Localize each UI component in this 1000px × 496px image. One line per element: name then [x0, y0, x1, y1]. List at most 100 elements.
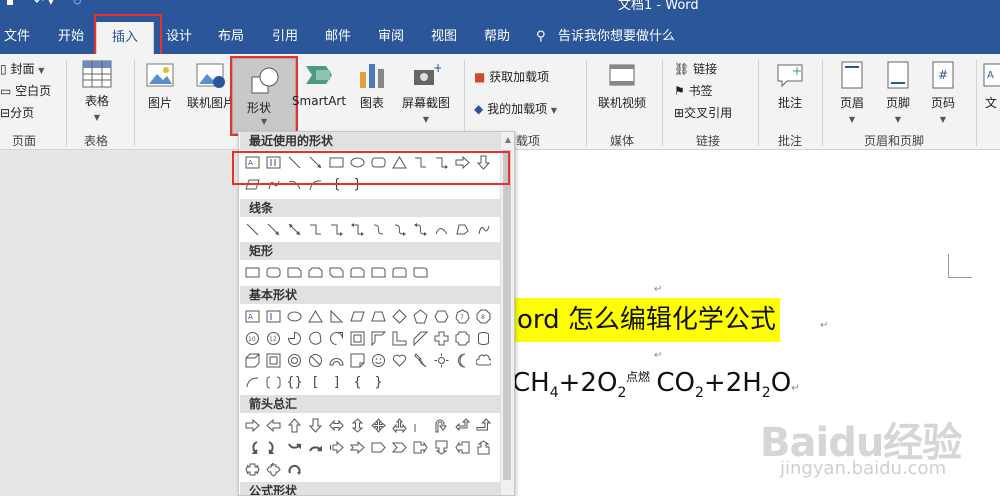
elbow-connector-shape-icon[interactable]: [306, 220, 325, 239]
page-break-button[interactable]: ⊟分页: [0, 104, 34, 121]
right-bracket-shape-icon[interactable]: ]: [327, 373, 346, 392]
elbow-double-arrow-connector-shape-icon[interactable]: [348, 220, 367, 239]
sun-icon[interactable]: [432, 351, 451, 370]
header-button[interactable]: 页眉 ▼: [832, 60, 872, 125]
u-turn-arrow-shape-icon[interactable]: [432, 416, 451, 435]
round-same-side-rectangle-shape-icon[interactable]: [390, 263, 409, 282]
double-arrow-line-shape-icon[interactable]: [285, 220, 304, 239]
bookmark-button[interactable]: ⚑ 书签: [674, 82, 713, 99]
triangle-shape-icon[interactable]: [306, 307, 325, 326]
text-box-shape-icon[interactable]: A: [243, 307, 262, 326]
footer-button[interactable]: 页脚 ▼: [878, 60, 918, 125]
left-right-up-arrow-shape-icon[interactable]: [390, 416, 409, 435]
vertical-text-box-shape-icon[interactable]: [264, 307, 283, 326]
crossref-button[interactable]: ⊞交叉引用: [674, 104, 732, 121]
elbow-arrow-connector-shape-icon[interactable]: [327, 220, 346, 239]
quad-arrow-callout-shape-icon[interactable]: [264, 460, 283, 479]
dodecagon-shape-icon[interactable]: 12: [264, 329, 283, 348]
down-arrow-shape-icon[interactable]: [306, 416, 325, 435]
heptagon-shape-icon[interactable]: 7: [453, 307, 472, 326]
chevron-shape-icon[interactable]: [390, 438, 409, 457]
double-bracket-shape-icon[interactable]: [264, 373, 283, 392]
hexagon-shape-icon[interactable]: [432, 307, 451, 326]
tell-me-search[interactable]: 告诉我你想要做什么: [558, 24, 675, 50]
arc-shape-icon[interactable]: [243, 373, 262, 392]
tab-file[interactable]: 文件: [4, 24, 30, 50]
bent-arrow-shape-icon[interactable]: [411, 416, 430, 435]
trapezoid-shape-icon[interactable]: [369, 307, 388, 326]
redo-icon[interactable]: ↻: [72, 0, 82, 8]
left-bracket-shape-icon[interactable]: [: [306, 373, 325, 392]
up-down-arrow-shape-icon[interactable]: [348, 416, 367, 435]
picture-button[interactable]: 图片: [140, 60, 180, 111]
snip-diagonal-rectangle-shape-icon[interactable]: [327, 263, 346, 282]
curved-left-arrow-shape-icon[interactable]: [264, 438, 283, 457]
parallelogram-shape-icon[interactable]: [348, 307, 367, 326]
chemical-equation[interactable]: CH4+2O2 CO2+2H2O↵: [512, 368, 800, 401]
pentagon-arrow-shape-icon[interactable]: [369, 438, 388, 457]
left-right-arrow-callout-shape-icon[interactable]: [243, 460, 262, 479]
right-arrow-callout-shape-icon[interactable]: [411, 438, 430, 457]
up-arrow-shape-icon[interactable]: [285, 416, 304, 435]
frame-shape-icon[interactable]: [348, 329, 367, 348]
link-button[interactable]: ⛓ 链接: [674, 60, 717, 77]
left-arrow-callout-shape-icon[interactable]: [453, 438, 472, 457]
donut-shape-icon[interactable]: [285, 351, 304, 370]
cloud-icon[interactable]: [474, 351, 493, 370]
octagon-shape-icon[interactable]: 8: [474, 307, 493, 326]
left-brace-shape-icon[interactable]: {: [348, 373, 367, 392]
snip-corner-rectangle-shape-icon[interactable]: [285, 263, 304, 282]
left-arrow-shape-icon[interactable]: [264, 416, 283, 435]
tab-home[interactable]: 开始: [58, 24, 84, 50]
table-button[interactable]: 表格 ▼: [76, 60, 118, 123]
line-shape-icon[interactable]: [243, 220, 262, 239]
curved-up-arrow-shape-icon[interactable]: [285, 438, 304, 457]
round-diagonal-rectangle-shape-icon[interactable]: [411, 263, 430, 282]
plus-shape-icon[interactable]: [432, 329, 451, 348]
page-number-button[interactable]: # 页码 ▼: [922, 60, 964, 125]
cube-shape-icon[interactable]: [243, 351, 262, 370]
l-shape-icon[interactable]: [390, 329, 409, 348]
smartart-button[interactable]: SmartArt: [290, 60, 348, 108]
pie-shape-icon[interactable]: [285, 329, 304, 348]
notched-right-arrow-shape-icon[interactable]: [348, 438, 367, 457]
bevel-shape-icon[interactable]: [264, 351, 283, 370]
oval-shape-icon[interactable]: [285, 307, 304, 326]
curve-shape-icon[interactable]: [432, 220, 451, 239]
save-icon[interactable]: ▪: [6, 0, 14, 8]
decagon-shape-icon[interactable]: 10: [243, 329, 262, 348]
freeform-shape-icon[interactable]: [453, 220, 472, 239]
tab-view[interactable]: 视图: [431, 24, 457, 50]
tab-help[interactable]: 帮助: [484, 24, 510, 50]
tab-mailings[interactable]: 邮件: [325, 24, 351, 50]
curved-arrow-connector-shape-icon[interactable]: [390, 220, 409, 239]
smiley-face-icon[interactable]: [369, 351, 388, 370]
right-triangle-shape-icon[interactable]: [327, 307, 346, 326]
chart-button[interactable]: 图表: [354, 60, 390, 111]
get-addins-button[interactable]: ■ 获取加载项: [474, 68, 549, 85]
tab-design[interactable]: 设计: [166, 24, 192, 50]
right-brace-shape-icon[interactable]: }: [369, 373, 388, 392]
striped-right-arrow-shape-icon[interactable]: [327, 438, 346, 457]
snip-same-side-rectangle-shape-icon[interactable]: [306, 263, 325, 282]
plaque-shape-icon[interactable]: [453, 329, 472, 348]
bent-up-arrow-shape-icon[interactable]: [474, 416, 493, 435]
dropdown-scrollbar[interactable]: ▲: [500, 132, 514, 495]
curved-connector-shape-icon[interactable]: [369, 220, 388, 239]
half-frame-shape-icon[interactable]: [369, 329, 388, 348]
tab-review[interactable]: 审阅: [378, 24, 404, 50]
curved-down-arrow-shape-icon[interactable]: [306, 438, 325, 457]
heart-icon[interactable]: [390, 351, 409, 370]
up-arrow-callout-shape-icon[interactable]: [474, 438, 493, 457]
rectangle-shape-icon[interactable]: [243, 263, 262, 282]
round-corner-rectangle-shape-icon[interactable]: [369, 263, 388, 282]
pentagon-shape-icon[interactable]: [411, 307, 430, 326]
can-shape-icon[interactable]: [474, 329, 493, 348]
scribble-shape-icon[interactable]: [474, 220, 493, 239]
right-arrow-shape-icon[interactable]: [243, 416, 262, 435]
circular-arrow-shape-icon[interactable]: [285, 460, 304, 479]
lightning-bolt-icon[interactable]: [411, 351, 430, 370]
online-video-button[interactable]: 联机视频: [594, 60, 650, 111]
cover-page-button[interactable]: ▯ 封面 ▼: [0, 60, 44, 77]
curved-right-arrow-shape-icon[interactable]: [243, 438, 262, 457]
